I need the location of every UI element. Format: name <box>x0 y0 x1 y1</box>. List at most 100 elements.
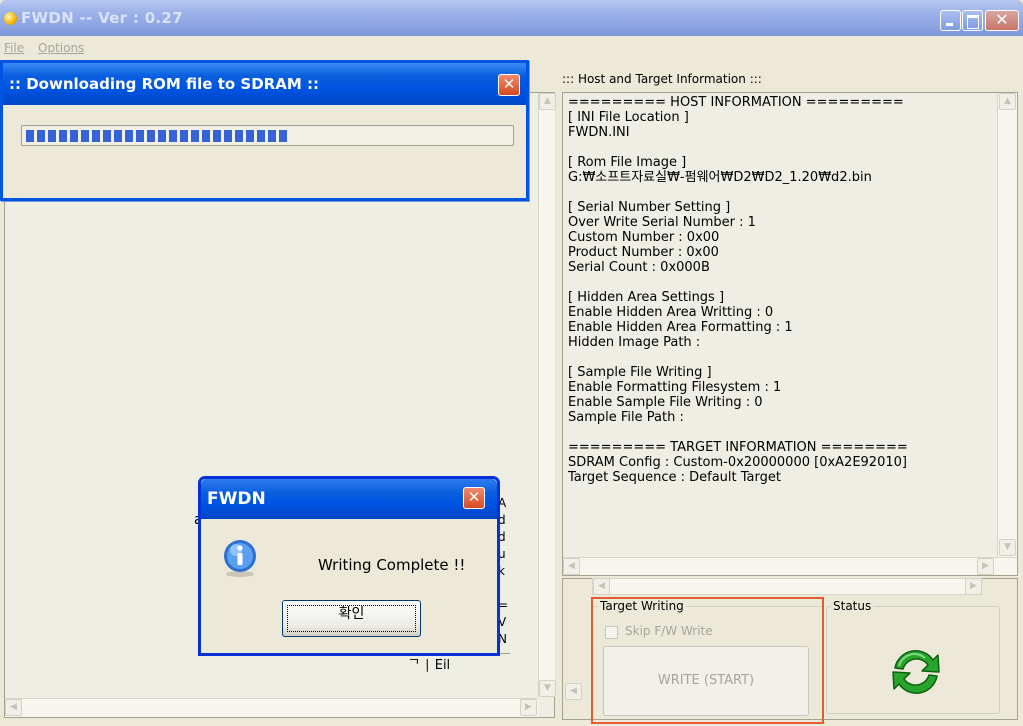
message-box-close-button[interactable]: ✕ <box>463 487 485 509</box>
close-button[interactable]: ✕ <box>985 10 1019 31</box>
info-line: ========= HOST INFORMATION ========= <box>568 95 904 110</box>
info-line: Over Write Serial Number : 1 <box>568 215 756 230</box>
info-line: ========= TARGET INFORMATION ======== <box>568 440 908 455</box>
info-vertical-scrollbar[interactable]: ▲ ▼ <box>997 93 1017 557</box>
progress-block <box>279 130 287 142</box>
progress-block <box>213 130 221 142</box>
scroll-right-icon[interactable]: ▶ <box>965 578 982 595</box>
info-text: ========= HOST INFORMATION =========[ IN… <box>568 95 994 485</box>
info-line: Enable Hidden Area Writting : 0 <box>568 305 774 320</box>
progress-block <box>37 130 45 142</box>
info-line <box>568 185 994 200</box>
progress-block <box>235 130 243 142</box>
scroll-right-icon[interactable]: ▶ <box>977 558 994 575</box>
app-icon <box>4 12 17 25</box>
progress-block <box>103 130 111 142</box>
info-line: [ Hidden Area Settings ] <box>568 290 725 305</box>
info-line: FWDN.INI <box>568 125 630 140</box>
control-horizontal-scrollbar[interactable]: ◀ ▶ <box>592 578 982 595</box>
progress-block <box>158 130 166 142</box>
scroll-left-icon[interactable]: ◀ <box>5 699 22 716</box>
focus-rect <box>287 605 416 632</box>
progress-block <box>26 130 34 142</box>
info-horizontal-scrollbar[interactable]: ◀ ▶ <box>563 557 1017 575</box>
maximize-button[interactable] <box>962 10 983 31</box>
refresh-icon <box>892 650 940 694</box>
scroll-down-icon[interactable]: ▼ <box>999 539 1016 556</box>
progress-block <box>48 130 56 142</box>
info-line: Target Sequence : Default Target <box>568 470 781 485</box>
download-progress-dialog: :: Downloading ROM file to SDRAM :: ✕ <box>0 60 529 201</box>
progress-block <box>246 130 254 142</box>
progress-block <box>191 130 199 142</box>
info-line: Enable Hidden Area Formatting : 1 <box>568 320 793 335</box>
info-panel-header: ::: Host and Target Information ::: <box>562 72 762 86</box>
menu-options-label: Options <box>38 41 85 55</box>
message-box-titlebar: FWDN ✕ <box>201 479 497 519</box>
progress-dialog-titlebar: :: Downloading ROM file to SDRAM :: ✕ <box>3 63 526 105</box>
scroll-left-icon[interactable]: ◀ <box>563 558 580 575</box>
progress-block <box>136 130 144 142</box>
info-line: Enable Sample File Writing : 0 <box>568 395 763 410</box>
progress-block <box>268 130 276 142</box>
progress-block <box>114 130 122 142</box>
info-line <box>568 140 994 155</box>
log-vertical-scrollbar[interactable]: ▲ ▼ <box>538 93 556 697</box>
scroll-up-icon[interactable]: ▲ <box>999 93 1016 110</box>
scroll-down-icon[interactable]: ▼ <box>539 680 556 697</box>
message-box-title: FWDN <box>207 489 266 509</box>
window-title: FWDN -- Ver : 0.27 <box>21 9 183 27</box>
progress-block <box>92 130 100 142</box>
info-line: Custom Number : 0x00 <box>568 230 720 245</box>
scroll-left-icon[interactable]: ◀ <box>565 683 582 700</box>
progress-block <box>70 130 78 142</box>
menu-file-label: File <box>4 41 25 55</box>
progress-block <box>169 130 177 142</box>
hidden-log-text: ᄀ ∣ Eil <box>368 653 510 673</box>
message-box: FWDN ✕ Writing Complete !! 확인 <box>198 476 500 656</box>
status-label: Status <box>831 599 874 613</box>
info-line <box>568 275 994 290</box>
info-line: [ Serial Number Setting ] <box>568 200 731 215</box>
progress-bar <box>21 125 514 146</box>
message-box-text: Writing Complete !! <box>318 556 466 574</box>
info-line: Product Number : 0x00 <box>568 245 719 260</box>
title-bar: FWDN -- Ver : 0.27 ✕ <box>0 0 1023 36</box>
minimize-button[interactable] <box>940 10 961 31</box>
log-horizontal-scrollbar[interactable]: ◀ ▶ <box>5 698 538 717</box>
scroll-up-icon[interactable]: ▲ <box>539 93 556 110</box>
info-icon <box>224 540 256 577</box>
progress-close-button[interactable]: ✕ <box>498 74 520 96</box>
info-line: SDRAM Config : Custom-0x20000000 [0xA2E9… <box>568 455 907 470</box>
progress-block <box>224 130 232 142</box>
scroll-left-icon[interactable]: ◀ <box>593 578 610 595</box>
progress-block <box>257 130 265 142</box>
menu-file[interactable]: File <box>4 41 24 55</box>
info-line: Sample File Path : <box>568 410 684 425</box>
menu-options[interactable]: Options <box>38 41 84 55</box>
progress-block <box>59 130 67 142</box>
progress-dialog-title: :: Downloading ROM file to SDRAM :: <box>9 75 319 93</box>
host-target-info-box: ========= HOST INFORMATION =========[ IN… <box>562 92 1018 576</box>
skip-fw-write-checkbox[interactable] <box>605 626 618 639</box>
write-start-button[interactable]: WRITE (START) <box>603 646 809 716</box>
progress-fill <box>26 130 287 142</box>
close-icon: ✕ <box>467 488 481 506</box>
ok-button[interactable]: 확인 <box>282 600 421 637</box>
info-line: Serial Count : 0x000B <box>568 260 710 275</box>
progress-block <box>81 130 89 142</box>
info-line <box>568 425 994 440</box>
info-line: [ INI File Location ] <box>568 110 689 125</box>
info-line: Hidden Image Path : <box>568 335 701 350</box>
progress-block <box>147 130 155 142</box>
progress-block <box>180 130 188 142</box>
info-line: [ Sample File Writing ] <box>568 365 712 380</box>
info-line: [ Rom File Image ] <box>568 155 687 170</box>
close-icon: ✕ <box>502 75 516 93</box>
info-line <box>568 350 994 365</box>
info-line: Enable Formatting Filesystem : 1 <box>568 380 782 395</box>
skip-fw-write-label: Skip F/W Write <box>625 624 713 638</box>
info-line: G:₩소프트자료실₩-펌웨어₩D2₩D2_1.20₩d2.bin <box>568 170 872 185</box>
scroll-right-icon[interactable]: ▶ <box>520 699 537 716</box>
progress-block <box>202 130 210 142</box>
